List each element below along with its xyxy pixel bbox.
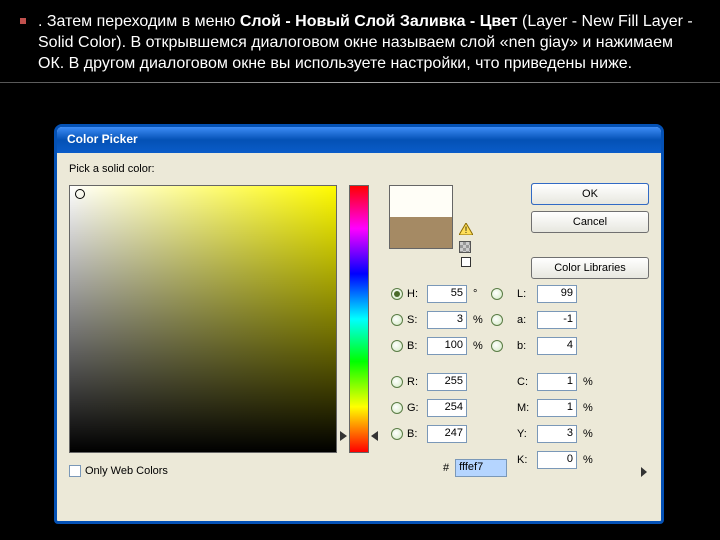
input-b-hsb[interactable]: 100: [427, 337, 467, 355]
radio-b-lab[interactable]: [491, 340, 503, 352]
radio-b-hsb[interactable]: [391, 340, 403, 352]
input-b-lab[interactable]: 4: [537, 337, 577, 355]
radio-l[interactable]: [491, 288, 503, 300]
web-colors-label: Only Web Colors: [85, 465, 168, 477]
label-b-lab: b:: [517, 340, 535, 352]
web-colors-checkbox[interactable]: [69, 465, 81, 477]
hue-arrow-right-icon: [371, 431, 378, 441]
expand-arrow-icon[interactable]: [641, 467, 647, 477]
gamut-cube-icon[interactable]: [459, 241, 471, 253]
color-picker-dialog: Color Picker Pick a solid color: ! OK Ca…: [54, 124, 664, 524]
input-r[interactable]: 255: [427, 373, 467, 391]
radio-r[interactable]: [391, 376, 403, 388]
radio-h[interactable]: [391, 288, 403, 300]
divider: [0, 82, 720, 83]
input-y[interactable]: 3: [537, 425, 577, 443]
color-libraries-button[interactable]: Color Libraries: [531, 257, 649, 279]
svg-text:!: !: [465, 225, 468, 235]
radio-g[interactable]: [391, 402, 403, 414]
color-preview-old: [390, 217, 452, 248]
saturation-value-field[interactable]: [69, 185, 337, 453]
input-c[interactable]: 1: [537, 373, 577, 391]
label-k: K:: [517, 454, 535, 466]
sv-marker-icon: [75, 189, 85, 199]
websafe-swatch-icon[interactable]: [461, 257, 471, 267]
label-h: H:: [407, 288, 425, 300]
input-h[interactable]: 55: [427, 285, 467, 303]
pick-color-label: Pick a solid color:: [69, 163, 651, 175]
hue-slider[interactable]: [349, 185, 369, 453]
hue-arrow-left-icon: [340, 431, 347, 441]
bullet-icon: [20, 18, 26, 24]
label-c: C:: [517, 376, 535, 388]
label-m: M:: [517, 402, 535, 414]
input-k[interactable]: 0: [537, 451, 577, 469]
label-b-rgb: B:: [407, 428, 425, 440]
cancel-button[interactable]: Cancel: [531, 211, 649, 233]
label-g: G:: [407, 402, 425, 414]
label-y: Y:: [517, 428, 535, 440]
input-m[interactable]: 1: [537, 399, 577, 417]
radio-a[interactable]: [491, 314, 503, 326]
input-s[interactable]: 3: [427, 311, 467, 329]
label-l: L:: [517, 288, 535, 300]
input-b-rgb[interactable]: 247: [427, 425, 467, 443]
color-preview: [389, 185, 453, 249]
gamut-warning-icon[interactable]: !: [459, 223, 473, 235]
radio-b-rgb[interactable]: [391, 428, 403, 440]
label-s: S:: [407, 314, 425, 326]
hex-label: #: [443, 462, 449, 474]
input-l[interactable]: 99: [537, 285, 577, 303]
input-g[interactable]: 254: [427, 399, 467, 417]
color-preview-new: [390, 186, 452, 217]
label-r: R:: [407, 376, 425, 388]
dialog-title: Color Picker: [57, 127, 661, 153]
label-a: a:: [517, 314, 535, 326]
input-hex[interactable]: fffef7: [455, 459, 507, 477]
input-a[interactable]: -1: [537, 311, 577, 329]
radio-s[interactable]: [391, 314, 403, 326]
ok-button[interactable]: OK: [531, 183, 649, 205]
label-b-hsb: B:: [407, 340, 425, 352]
instruction-text: . Затем переходим в меню Слой - Новый Сл…: [0, 0, 720, 82]
